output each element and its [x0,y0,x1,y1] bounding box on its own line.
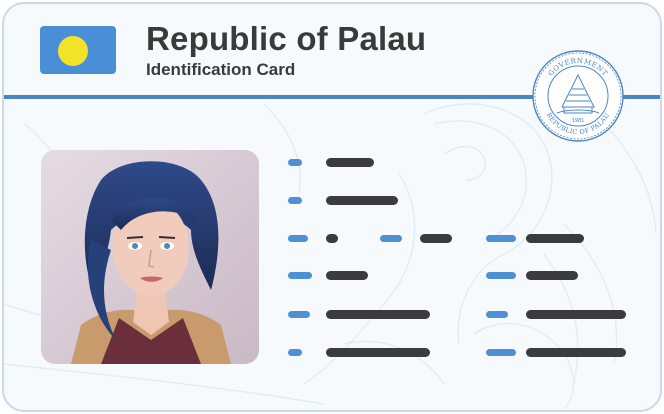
flag-moon [58,36,88,66]
card-title: Republic of Palau [146,20,427,57]
field-value-bar [326,310,430,319]
field-value-bar [326,348,430,357]
portrait-photo [41,150,259,364]
field-row-6a [288,348,438,357]
field-row-5b [486,310,636,319]
government-seal-icon: GOVERNMENT REPUBLIC OF PALAU 1981 [532,50,624,142]
field-value-bar [326,158,374,167]
field-row-3b [380,234,460,243]
field-label-bar [288,159,302,166]
field-value-bar [526,234,584,243]
field-row-2 [288,196,408,205]
field-row-6b [486,348,636,357]
field-value-bar [326,271,368,280]
field-label-bar [288,311,310,318]
field-label-bar [486,272,516,279]
field-value-bar [526,310,626,319]
field-label-bar [288,349,302,356]
field-label-bar [486,349,516,356]
field-value-bar [420,234,452,243]
field-row-3c [486,234,596,243]
card-subtitle: Identification Card [146,60,296,79]
field-label-bar [288,197,302,204]
field-row-5a [288,310,438,319]
field-row-4b [486,271,586,280]
field-label-bar [288,272,312,279]
field-label-bar [380,235,402,242]
field-value-bar [326,234,338,243]
field-value-bar [526,348,626,357]
seal-year: 1981 [572,118,585,124]
field-label-bar [288,235,308,242]
field-value-bar [526,271,578,280]
field-row-4a [288,271,378,280]
palau-flag [40,26,116,74]
id-card: Republic of Palau Identification Card GO… [2,2,662,412]
field-value-bar [326,196,398,205]
field-row-3a [288,234,348,243]
field-label-bar [486,311,508,318]
field-label-bar [486,235,516,242]
field-row-1 [288,158,378,167]
